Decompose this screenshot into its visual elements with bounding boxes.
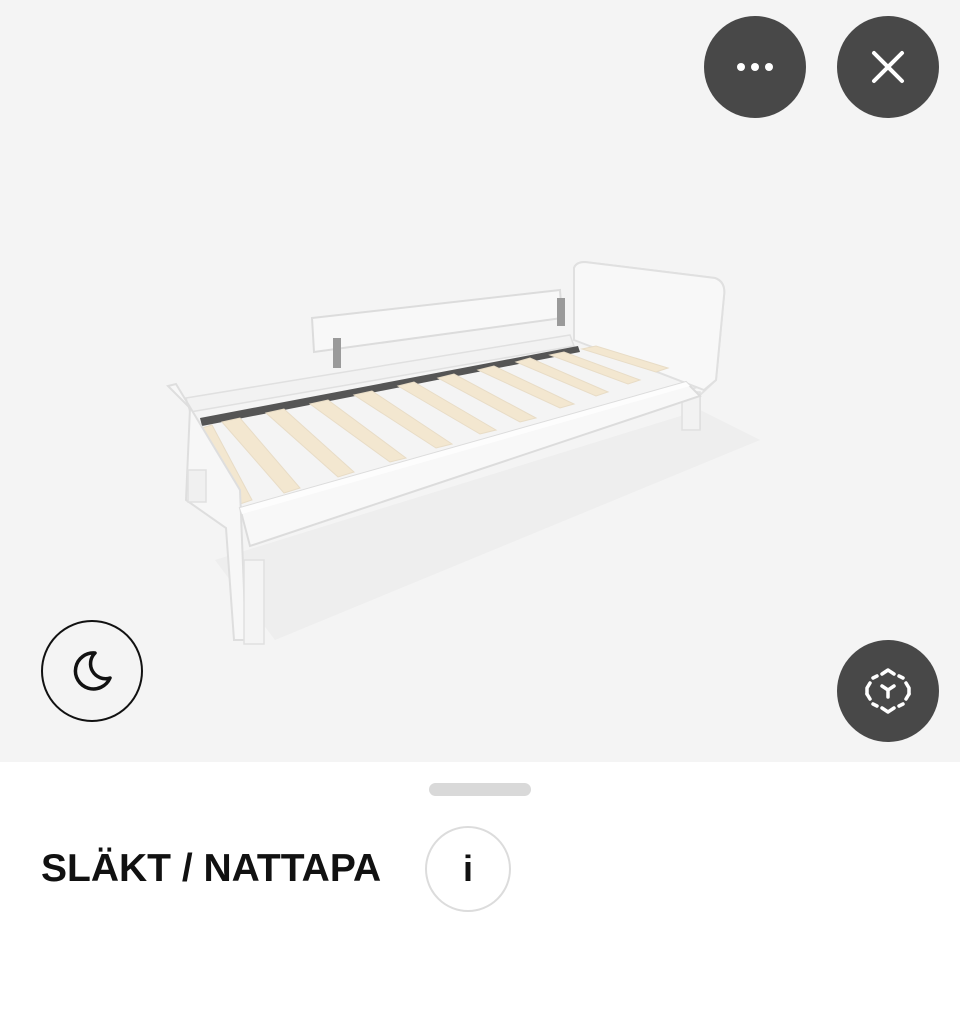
more-horizontal-icon xyxy=(737,63,773,71)
info-button[interactable]: i xyxy=(425,826,511,912)
product-sheet: SLÄKT / NATTAPA i xyxy=(0,762,960,1011)
night-mode-button[interactable] xyxy=(41,620,143,722)
moon-icon xyxy=(73,651,112,691)
product-title: SLÄKT / NATTAPA xyxy=(41,847,382,890)
bed-3d-model[interactable] xyxy=(0,0,960,762)
sheet-drag-handle[interactable] xyxy=(429,783,531,796)
ar-view-button[interactable] xyxy=(837,640,939,742)
info-icon: i xyxy=(462,848,473,889)
close-icon xyxy=(872,51,904,83)
ar-cube-icon xyxy=(865,668,911,714)
more-options-button[interactable] xyxy=(704,16,806,118)
3d-viewer[interactable] xyxy=(0,0,960,762)
close-button[interactable] xyxy=(837,16,939,118)
